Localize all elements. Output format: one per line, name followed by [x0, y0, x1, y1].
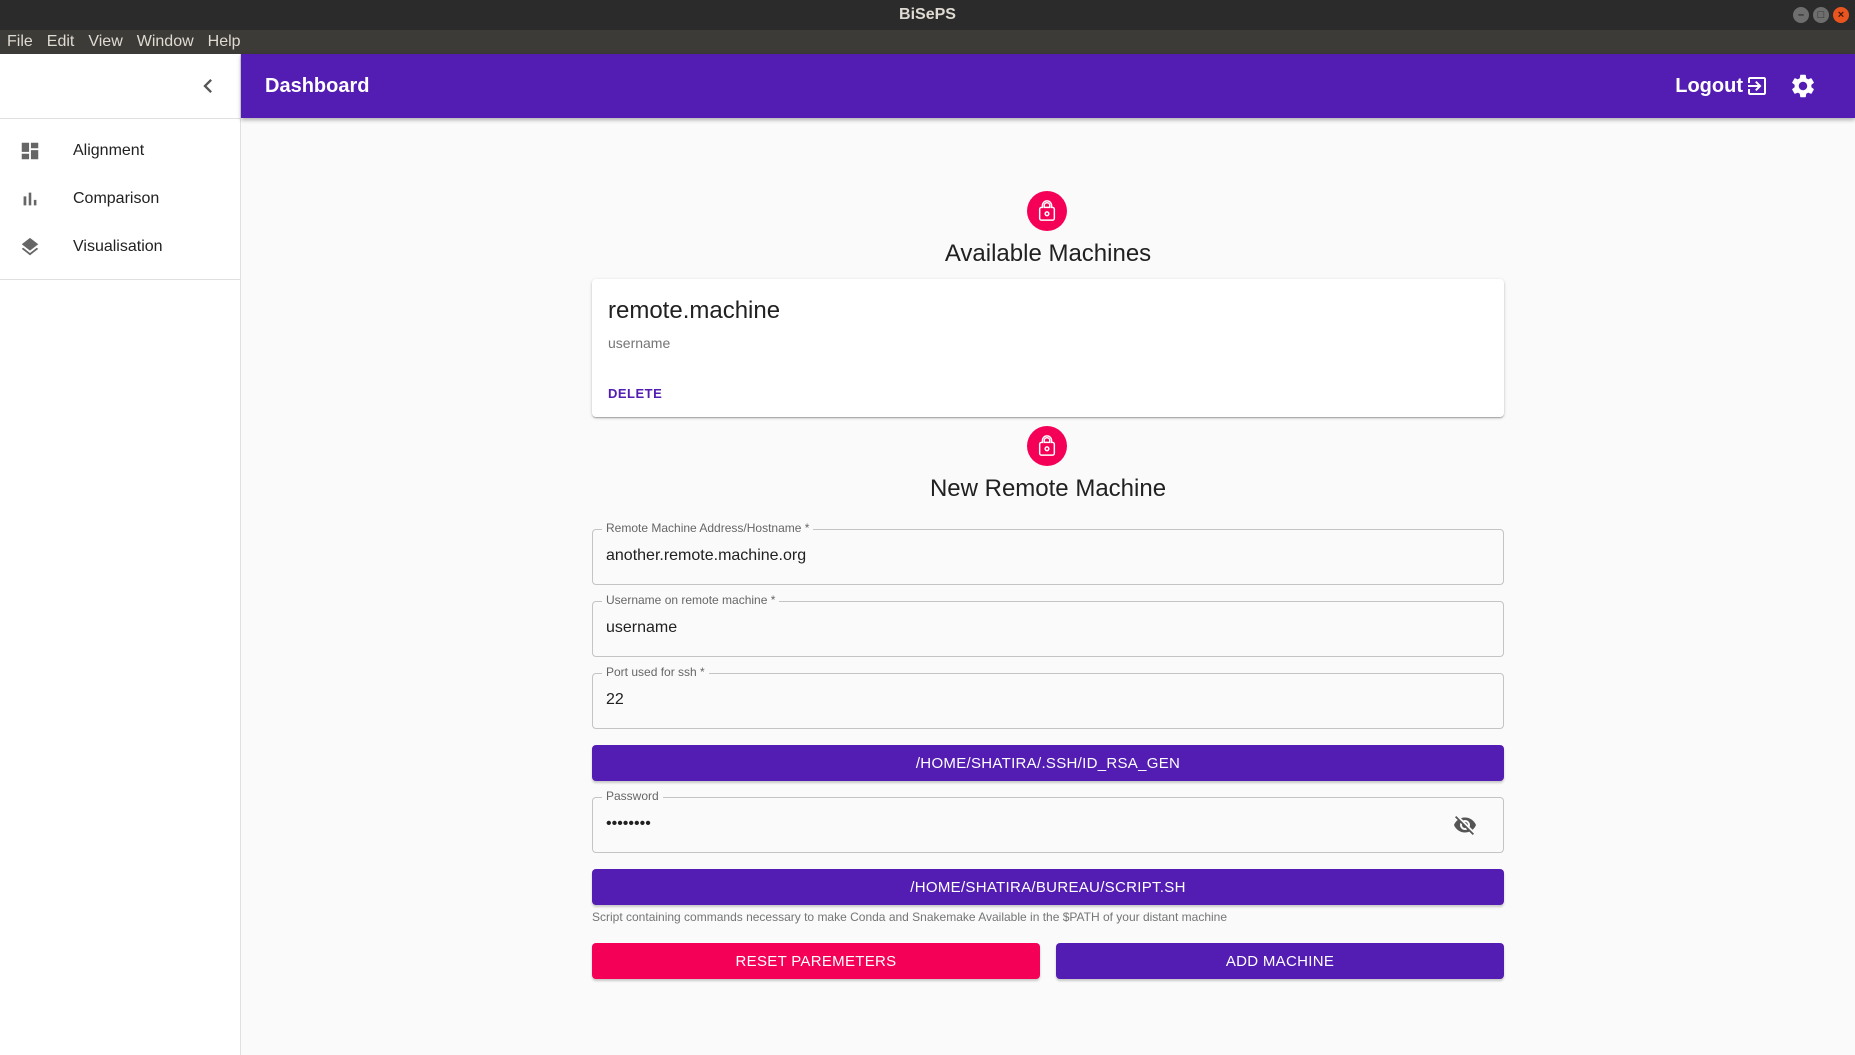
main-content: Available Machines remote.machine userna…: [241, 118, 1855, 1055]
port-input[interactable]: 22: [606, 691, 624, 709]
menu-view[interactable]: View: [81, 30, 129, 54]
logout-label: Logout: [1675, 74, 1743, 97]
machine-name: remote.machine: [608, 297, 781, 324]
sidebar-item-label: Comparison: [73, 190, 160, 207]
close-button[interactable]: ×: [1833, 7, 1849, 23]
bar-chart-icon: [18, 187, 42, 211]
menu-window[interactable]: Window: [130, 30, 201, 54]
menubar: File Edit View Window Help: [0, 30, 1855, 54]
gear-icon[interactable]: [1789, 72, 1817, 100]
hostname-label: Remote Machine Address/Hostname *: [602, 521, 814, 535]
window-title: BiSePS: [899, 6, 956, 23]
dashboard-icon: [18, 139, 42, 163]
username-label: Username on remote machine *: [602, 593, 780, 607]
logout-button[interactable]: Logout: [1675, 54, 1769, 118]
sidebar-nav: Alignment Comparison Visualisation: [0, 119, 240, 280]
username-field[interactable]: Username on remote machine * username: [592, 593, 1504, 657]
username-input[interactable]: username: [606, 619, 677, 637]
new-machine-title: New Remote Machine: [929, 475, 1167, 502]
script-button[interactable]: /HOME/SHATIRA/BUREAU/SCRIPT.SH: [592, 869, 1504, 905]
delete-machine-button[interactable]: DELETE: [608, 386, 662, 401]
port-label: Port used for ssh *: [602, 665, 709, 679]
exit-to-app-icon: [1748, 77, 1766, 95]
sidebar-item-label: Alignment: [73, 142, 145, 159]
chevron-left-icon[interactable]: [194, 72, 222, 100]
visibility-off-icon[interactable]: [1453, 813, 1477, 837]
window-titlebar: BiSePS – □ ×: [0, 0, 1855, 30]
page-title: Dashboard: [265, 75, 370, 97]
sidebar-header: [0, 54, 240, 119]
sidebar-item-visualisation[interactable]: Visualisation: [0, 223, 240, 271]
script-helper-text: Script containing commands necessary to …: [592, 910, 1228, 924]
hostname-input[interactable]: another.remote.machine.org: [606, 547, 806, 565]
menu-edit[interactable]: Edit: [40, 30, 82, 54]
app-bar: Dashboard Logout: [241, 54, 1855, 118]
hostname-field[interactable]: Remote Machine Address/Hostname * anothe…: [592, 521, 1504, 585]
maximize-button[interactable]: □: [1813, 7, 1829, 23]
machine-card: remote.machine username DELETE: [592, 279, 1504, 417]
menu-file[interactable]: File: [0, 30, 40, 54]
lock-icon: [1027, 191, 1067, 231]
ssh-key-button[interactable]: /HOME/SHATIRA/.SSH/ID_RSA_GEN: [592, 745, 1504, 781]
reset-parameters-button[interactable]: RESET PAREMETERS: [592, 943, 1040, 979]
password-input[interactable]: ••••••••: [606, 815, 651, 833]
sidebar: Alignment Comparison Visualisation: [0, 54, 241, 1055]
window-controls: – □ ×: [1793, 7, 1849, 23]
password-label: Password: [602, 789, 663, 803]
lock-icon: [1027, 426, 1067, 466]
port-field[interactable]: Port used for ssh * 22: [592, 665, 1504, 729]
sidebar-item-alignment[interactable]: Alignment: [0, 127, 240, 175]
machine-username: username: [608, 335, 671, 351]
add-machine-button[interactable]: ADD MACHINE: [1056, 943, 1504, 979]
sidebar-item-label: Visualisation: [73, 238, 163, 255]
available-machines-title: Available Machines: [944, 240, 1152, 267]
layers-icon: [18, 235, 42, 259]
minimize-button[interactable]: –: [1793, 7, 1809, 23]
menu-help[interactable]: Help: [201, 30, 248, 54]
sidebar-item-comparison[interactable]: Comparison: [0, 175, 240, 223]
password-field[interactable]: Password ••••••••: [592, 789, 1504, 853]
